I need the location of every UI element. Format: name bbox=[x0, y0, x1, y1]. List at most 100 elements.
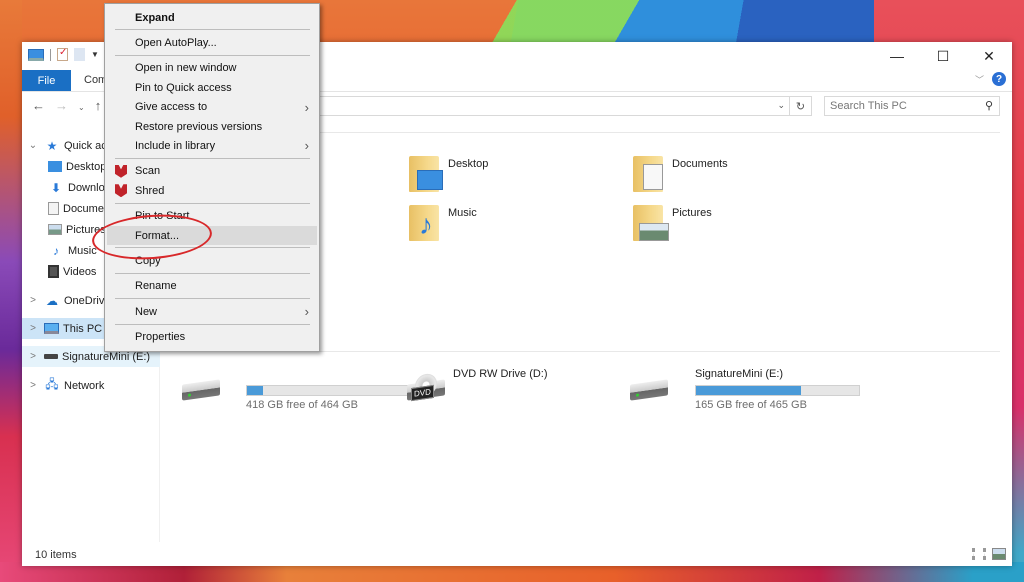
drive-free-space: 418 GB free of 464 GB bbox=[246, 399, 358, 411]
menu-separator bbox=[115, 157, 310, 159]
pictures-icon bbox=[48, 224, 62, 235]
status-bar: 10 items bbox=[22, 544, 1012, 566]
up-button[interactable]: ↑ bbox=[95, 98, 102, 113]
dvd-label: DVD bbox=[411, 384, 434, 402]
downloads-icon: ⬇ bbox=[50, 180, 62, 195]
mcafee-icon bbox=[115, 164, 127, 178]
expand-icon[interactable]: > bbox=[26, 323, 40, 334]
forward-button[interactable]: → bbox=[55, 98, 68, 113]
this-pc-icon[interactable] bbox=[28, 48, 44, 61]
context-menu: Expand Open AutoPlay... Open in new window… bbox=[104, 3, 320, 352]
menu-item-give-access-to[interactable]: Give access to › bbox=[107, 98, 317, 117]
documents-folder-icon bbox=[633, 156, 663, 192]
close-button[interactable]: ✕ bbox=[966, 42, 1012, 70]
menu-separator bbox=[115, 202, 310, 204]
submenu-arrow-icon: › bbox=[304, 138, 309, 154]
menu-item-scan[interactable]: Scan bbox=[107, 162, 317, 181]
details-view-icon[interactable] bbox=[972, 548, 986, 560]
menu-separator bbox=[115, 272, 310, 274]
folder-name: Music bbox=[448, 207, 477, 219]
menu-item-pin-to-quick-access[interactable]: Pin to Quick access bbox=[107, 78, 317, 97]
expand-icon[interactable]: > bbox=[26, 380, 40, 391]
drive-local-c[interactable]: 418 GB free of 464 GB bbox=[182, 368, 412, 412]
menu-item-expand[interactable]: Expand bbox=[107, 8, 317, 27]
folder-music[interactable]: ♪ Music bbox=[409, 205, 629, 247]
sidebar-item-label: Desktop bbox=[66, 160, 107, 173]
folder-name: Desktop bbox=[448, 158, 489, 170]
properties-icon[interactable] bbox=[57, 47, 68, 61]
sidebar-item-label: This PC bbox=[63, 322, 103, 335]
desktop-icon bbox=[48, 161, 62, 172]
refresh-button[interactable]: ↻ bbox=[789, 97, 811, 115]
sidebar-item-network[interactable]: > 🖧 Network bbox=[22, 375, 160, 396]
drive-dvd-d[interactable]: DVD DVD RW Drive (D:) bbox=[407, 368, 637, 412]
nav-buttons: ← → ⌄ ↑ bbox=[32, 98, 101, 113]
minimize-button[interactable]: — bbox=[874, 42, 920, 70]
menu-item-label: Give access to bbox=[135, 101, 208, 114]
back-button[interactable]: ← bbox=[32, 98, 45, 113]
menu-item-label: Properties bbox=[135, 331, 186, 344]
videos-icon bbox=[48, 265, 59, 278]
folder-pictures[interactable]: Pictures bbox=[633, 205, 853, 247]
menu-item-include-in-library[interactable]: Include in library › bbox=[107, 136, 317, 155]
item-count: 10 items bbox=[35, 549, 77, 561]
menu-item-label: Open AutoPlay... bbox=[135, 36, 217, 49]
new-folder-icon[interactable] bbox=[74, 48, 85, 61]
dvd-drive-icon: DVD bbox=[407, 372, 445, 402]
sidebar-item-label: Network bbox=[64, 379, 105, 392]
drive-name: SignatureMini (E:) bbox=[695, 368, 784, 380]
sidebar-item-label: SignatureMini (E:) bbox=[62, 350, 151, 363]
sidebar-item-label: Music bbox=[68, 244, 97, 257]
menu-separator bbox=[115, 54, 310, 56]
menu-item-new[interactable]: New › bbox=[107, 302, 317, 321]
menu-item-label: Include in library bbox=[135, 139, 216, 152]
folder-documents[interactable]: Documents bbox=[633, 156, 853, 198]
address-dropdown-icon[interactable]: ⌄ bbox=[777, 100, 785, 111]
ribbon-right: ﹀ ? bbox=[975, 72, 1006, 86]
drive-icon bbox=[44, 354, 58, 359]
usb-drive-icon bbox=[630, 379, 668, 401]
recent-locations-button[interactable]: ⌄ bbox=[78, 103, 85, 113]
help-icon[interactable]: ? bbox=[992, 72, 1006, 86]
toolbar-divider bbox=[50, 48, 51, 61]
large-icons-view-icon[interactable] bbox=[992, 548, 1006, 560]
desktop-folder-icon bbox=[409, 156, 443, 192]
pc-icon bbox=[44, 323, 59, 334]
folder-desktop[interactable]: Desktop bbox=[409, 156, 629, 198]
menu-item-open-autoplay[interactable]: Open AutoPlay... bbox=[107, 33, 317, 52]
collapse-icon[interactable]: ⌄ bbox=[26, 140, 40, 151]
cloud-icon: ☁ bbox=[46, 293, 58, 308]
expand-ribbon-icon[interactable]: ﹀ bbox=[975, 73, 984, 86]
sidebar-item-label: Videos bbox=[63, 265, 97, 278]
menu-item-label: Restore previous versions bbox=[135, 120, 263, 133]
menu-item-label: New bbox=[135, 305, 158, 318]
mcafee-icon bbox=[115, 184, 127, 198]
menu-item-label: Scan bbox=[135, 165, 161, 178]
menu-item-properties[interactable]: Properties bbox=[107, 328, 317, 347]
drive-free-space: 165 GB free of 465 GB bbox=[695, 399, 807, 411]
menu-item-restore-previous-versions[interactable]: Restore previous versions bbox=[107, 117, 317, 136]
expand-icon[interactable]: > bbox=[26, 351, 40, 362]
menu-item-label: Expand bbox=[135, 11, 175, 24]
window-controls: — ☐ ✕ bbox=[874, 42, 1012, 70]
menu-item-shred[interactable]: Shred bbox=[107, 181, 317, 200]
drive-signaturemini-e[interactable]: SignatureMini (E:) 165 GB free of 465 GB bbox=[630, 368, 860, 412]
maximize-button[interactable]: ☐ bbox=[920, 42, 966, 70]
search-placeholder: Search This PC bbox=[830, 100, 907, 112]
tab-file[interactable]: File bbox=[22, 70, 71, 91]
customize-dropdown-icon[interactable]: ▼ bbox=[91, 50, 99, 59]
submenu-arrow-icon: › bbox=[304, 304, 309, 320]
expand-icon[interactable]: > bbox=[26, 295, 40, 306]
search-input[interactable]: Search This PC ⚲ bbox=[824, 96, 1000, 116]
menu-item-label: Pin to Quick access bbox=[135, 81, 232, 94]
drive-name: DVD RW Drive (D:) bbox=[453, 368, 548, 380]
view-buttons bbox=[972, 548, 1006, 560]
menu-item-open-in-new-window[interactable]: Open in new window bbox=[107, 59, 317, 78]
menu-separator bbox=[115, 323, 310, 325]
search-icon[interactable]: ⚲ bbox=[985, 99, 993, 112]
submenu-arrow-icon: › bbox=[304, 99, 309, 115]
network-icon: 🖧 bbox=[45, 377, 59, 391]
pictures-folder-icon bbox=[633, 205, 669, 241]
menu-item-rename[interactable]: Rename bbox=[107, 277, 317, 296]
hard-drive-icon bbox=[182, 379, 220, 401]
